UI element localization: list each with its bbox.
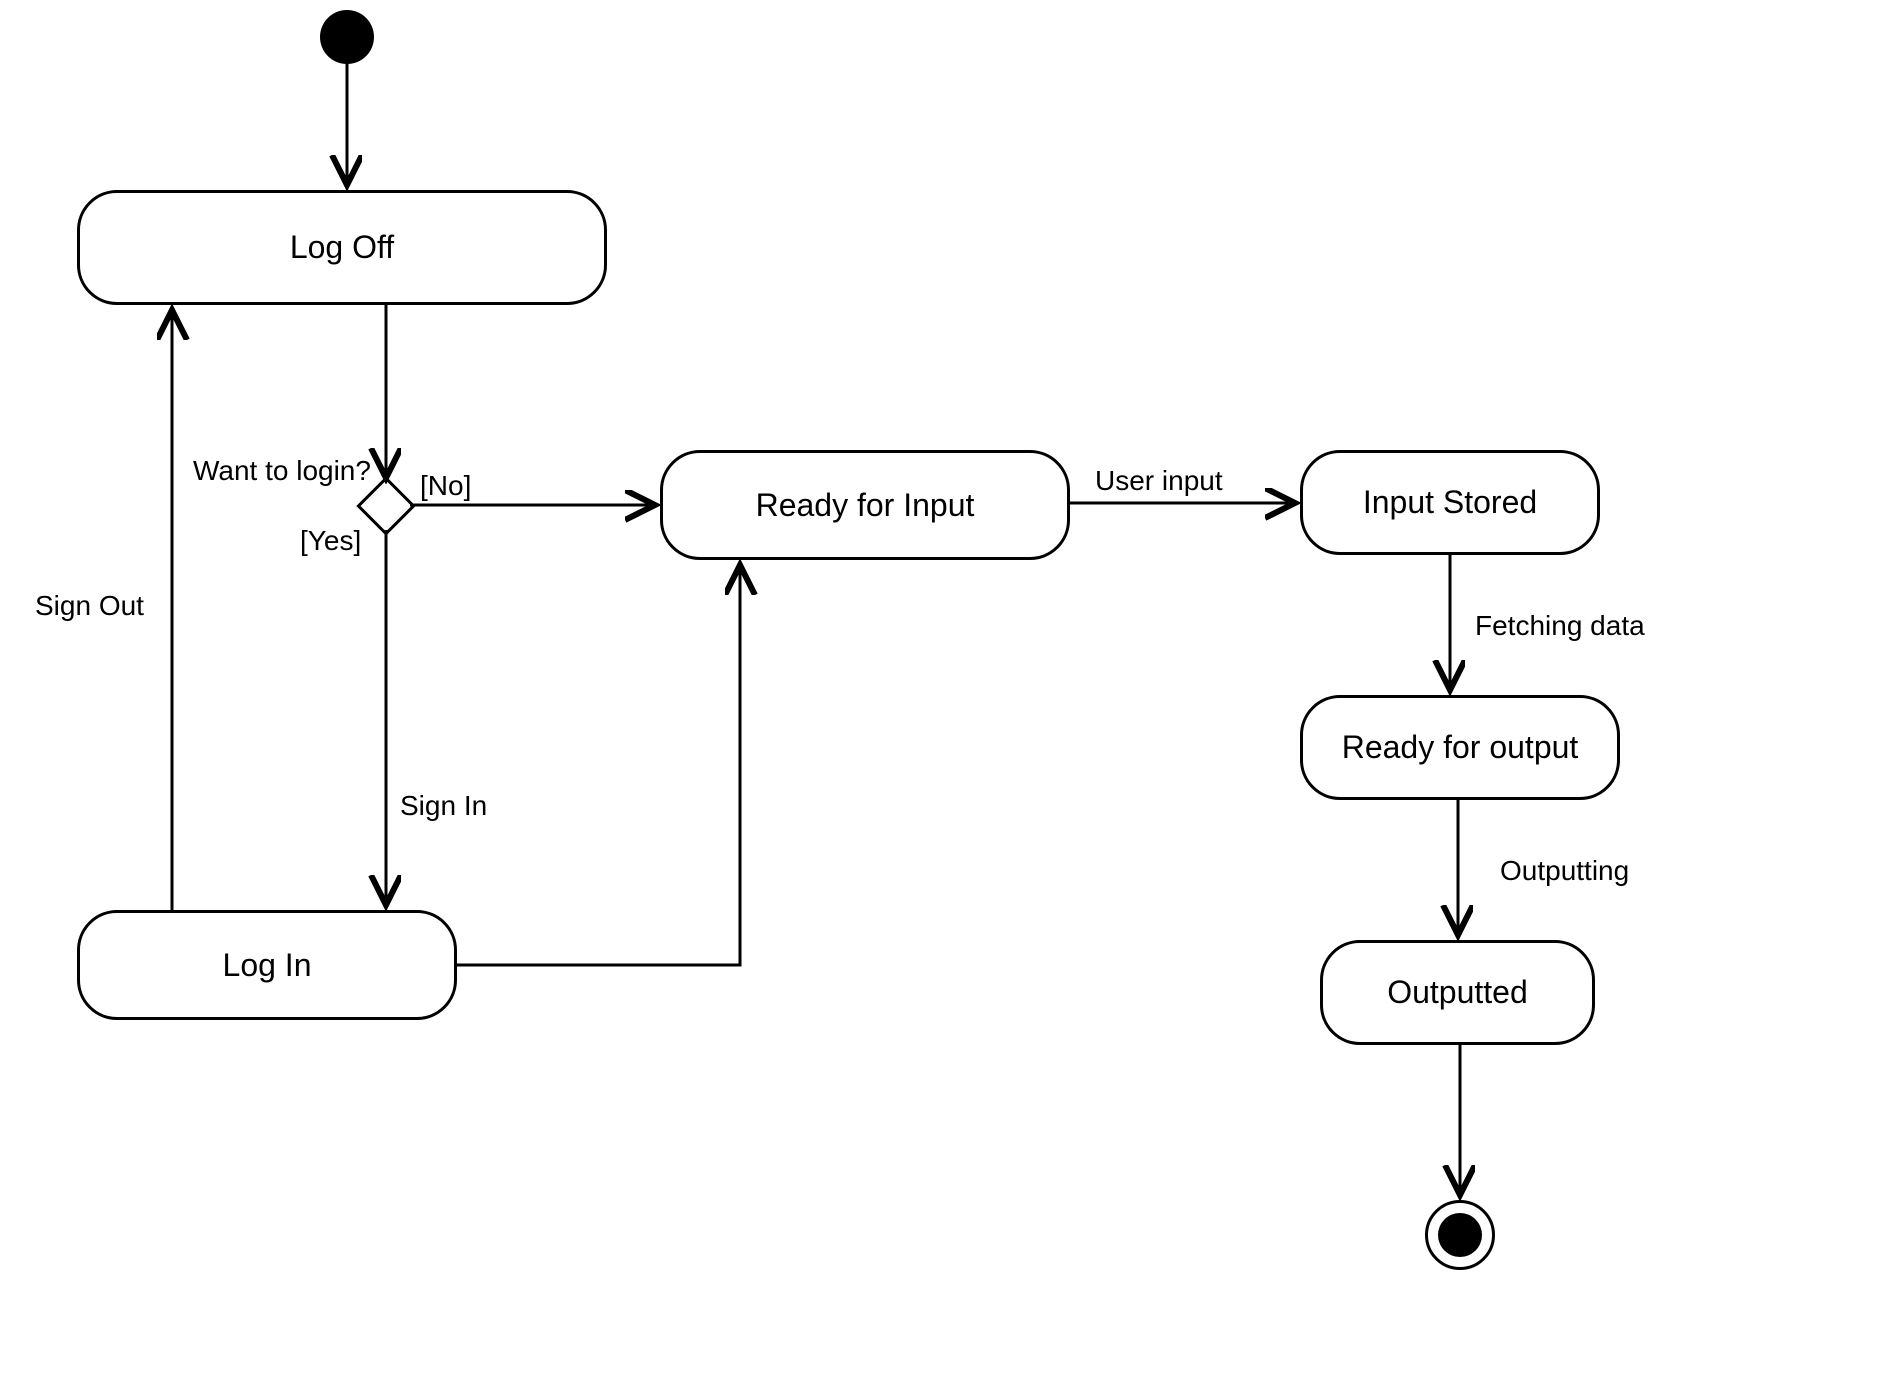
decision-question-label: Want to login? [193, 455, 371, 487]
final-state-node [1425, 1200, 1495, 1270]
state-input-stored: Input Stored [1300, 450, 1600, 555]
state-ready-for-input-label: Ready for Input [756, 487, 975, 524]
initial-state-node [320, 10, 374, 64]
transition-fetching-data-label: Fetching data [1475, 610, 1645, 642]
state-log-off: Log Off [77, 190, 607, 305]
state-outputted-label: Outputted [1387, 974, 1528, 1011]
state-input-stored-label: Input Stored [1363, 484, 1537, 521]
transition-sign-out-label: Sign Out [35, 590, 144, 622]
decision-no-label: [No] [420, 470, 471, 502]
transition-sign-in-label: Sign In [400, 790, 487, 822]
transition-user-input-label: User input [1095, 465, 1223, 497]
decision-yes-label: [Yes] [300, 525, 361, 557]
state-log-in-label: Log In [223, 947, 312, 984]
state-outputted: Outputted [1320, 940, 1595, 1045]
state-ready-for-input: Ready for Input [660, 450, 1070, 560]
state-ready-for-output-label: Ready for output [1342, 729, 1579, 766]
state-log-in: Log In [77, 910, 457, 1020]
transition-outputting-label: Outputting [1500, 855, 1629, 887]
state-log-off-label: Log Off [290, 229, 394, 266]
state-ready-for-output: Ready for output [1300, 695, 1620, 800]
